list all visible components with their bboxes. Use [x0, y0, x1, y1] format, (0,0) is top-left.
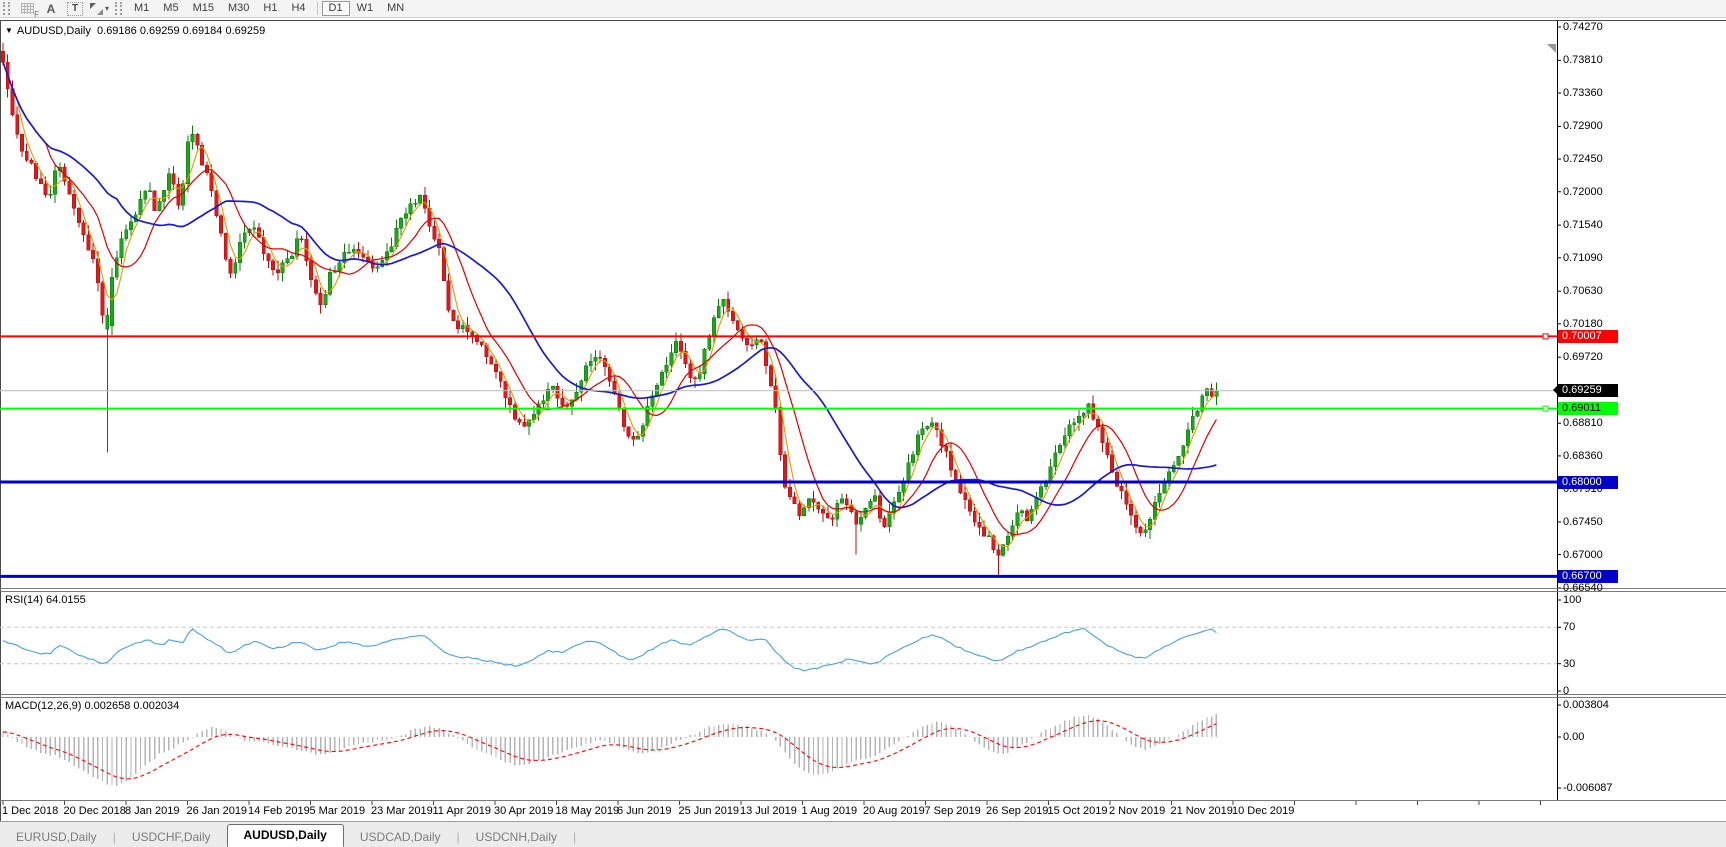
price-axis-tick: 0.67450: [1563, 515, 1603, 528]
timeframe-toolbar: M1 M5 M15 M30 H1 H4 D1 W1 MN: [127, 0, 411, 17]
scroll-to-end-marker[interactable]: [1547, 44, 1556, 53]
timeframe-button-h4[interactable]: H4: [284, 1, 312, 16]
tab-eurusd-daily[interactable]: EURUSD,Daily: [0, 828, 113, 847]
top-toolbar: F A T ▾ M1 M5 M15 M30 H1 H4 D1 W1 MN: [0, 0, 1726, 19]
date-axis-label: 20 Aug 2019: [863, 805, 925, 817]
timeframe-button-h1[interactable]: H1: [256, 1, 284, 16]
timeframe-button-mn[interactable]: MN: [380, 1, 411, 16]
date-axis-label: 11 Apr 2019: [432, 805, 492, 817]
timeframe-button-m5[interactable]: M5: [156, 1, 185, 16]
date-axis-label: 1 Dec 2018: [2, 805, 59, 817]
tab-audusd-daily[interactable]: AUDUSD,Daily: [226, 824, 344, 847]
date-axis-label: 13 Jul 2019: [740, 805, 797, 817]
timeframe-button-d1[interactable]: D1: [321, 1, 350, 16]
date-axis-label: 1 Aug 2019: [801, 805, 858, 817]
date-axis-label: 6 Jun 2019: [617, 805, 672, 817]
timeframe-button-m15[interactable]: M15: [186, 1, 221, 16]
date-axis-label: 7 Sep 2019: [924, 805, 981, 817]
timeframe-button-w1[interactable]: W1: [350, 1, 381, 16]
text-box-glyph: T: [67, 1, 83, 16]
chart-windows-icon[interactable]: F: [18, 1, 39, 19]
price-level-flag-0.66700: 0.66700: [1558, 569, 1618, 583]
price-axis-tick: 0.68810: [1563, 417, 1603, 430]
price-level-flag-0.70007: 0.70007: [1558, 329, 1618, 343]
chart-symbol: AUDUSD,Daily: [16, 25, 91, 37]
date-axis-label: 10 Dec 2019: [1232, 805, 1295, 817]
date-axis-divider: [0, 800, 1726, 801]
cursor-tools-icon[interactable]: ▾: [90, 1, 109, 16]
price-level-flag-0.69011: 0.69011: [1558, 402, 1618, 416]
chart-tab-bar: EURUSD,Daily | USDCHF,Daily AUDUSD,Daily USD…: [0, 821, 1726, 847]
timeframe-button-m1[interactable]: M1: [127, 1, 156, 16]
date-axis-label: 14 Feb 2019: [248, 805, 310, 817]
toolbar-separator: [316, 2, 318, 15]
toolbar-drag-handle[interactable]: [3, 2, 10, 15]
pane-divider[interactable]: [0, 694, 1726, 695]
current-price-flag: 0.69259: [1553, 384, 1618, 398]
price-axis-tick: 0.73810: [1563, 54, 1603, 67]
pane-divider[interactable]: [0, 591, 1726, 592]
arrows-glyph: [90, 2, 103, 15]
price-axis-tick: 0.71090: [1563, 251, 1603, 264]
toolbar-drag-handle[interactable]: [115, 2, 123, 15]
rsi-axis-tick: 100: [1563, 594, 1582, 606]
price-axis-tick: 0.66540: [1563, 581, 1603, 594]
price-axis-tick: 0.70630: [1563, 285, 1603, 298]
rsi-axis-tick: 30: [1563, 657, 1576, 670]
price-axis-tick: 0.67000: [1563, 548, 1603, 561]
date-axis-label: 23 Mar 2019: [371, 805, 433, 817]
date-axis-label: 26 Sep 2019: [986, 805, 1049, 817]
tab-usdcad-daily[interactable]: USDCAD,Daily: [344, 828, 457, 847]
date-axis-label: 2 Nov 2019: [1109, 805, 1166, 817]
price-axis-tick: 0.74270: [1563, 21, 1603, 33]
date-axis-label: 25 Jun 2019: [678, 805, 740, 817]
collapse-triangle-icon[interactable]: ▼: [5, 26, 13, 35]
date-axis-label: 21 Nov 2019: [1170, 805, 1233, 817]
pane-divider[interactable]: [0, 697, 1726, 698]
grid-f-label: F: [34, 10, 39, 19]
price-axis-tick: 0.69720: [1563, 351, 1603, 364]
rsi-axis-tick: 0: [1563, 685, 1570, 697]
tab-usdchf-daily[interactable]: USDCHF,Daily: [116, 828, 227, 847]
chevron-down-icon: ▾: [105, 4, 110, 13]
date-axis-label: 18 May 2019: [555, 805, 620, 817]
date-axis-label: 15 Oct 2019: [1047, 805, 1108, 817]
price-axis-tick: 0.72000: [1563, 185, 1603, 198]
price-axis-tick: 0.72900: [1563, 120, 1603, 133]
date-axis-label: 30 Apr 2019: [494, 805, 554, 817]
pane-divider[interactable]: [0, 588, 1726, 589]
macd-axis-tick: 0.00: [1563, 731, 1585, 743]
price-axis-tick: 0.71540: [1563, 219, 1603, 232]
tab-usdcnh-daily[interactable]: USDCNH,Daily: [460, 828, 573, 847]
chart-window: [0, 20, 1726, 821]
date-axis-label: 20 Dec 2018: [63, 805, 126, 817]
rsi-pane-label: RSI(14) 64.0155: [5, 594, 86, 606]
date-axis-label: 26 Jan 2019: [186, 805, 248, 817]
price-flag-arrow: [1553, 385, 1558, 396]
price-axis-tick: 0.68360: [1563, 449, 1603, 462]
date-axis-label: 5 Mar 2019: [309, 805, 366, 817]
timeframe-button-m30[interactable]: M30: [221, 1, 256, 16]
grid-glyph: [20, 3, 34, 14]
chart-ohlc-values: 0.69186 0.69259 0.69184 0.69259: [97, 25, 266, 37]
text-label-icon[interactable]: A: [42, 1, 60, 16]
macd-axis-tick: -0.006087: [1563, 782, 1613, 795]
price-axis-tick: 0.72450: [1563, 153, 1603, 166]
macd-axis-tick: 0.003804: [1563, 699, 1609, 712]
price-axis-tick: 0.73360: [1563, 87, 1603, 100]
text-box-icon[interactable]: T: [66, 1, 84, 16]
date-axis-label: 8 Jan 2019: [125, 805, 180, 817]
macd-pane-label: MACD(12,26,9) 0.002658 0.002034: [5, 700, 180, 712]
rsi-axis-tick: 70: [1563, 621, 1576, 634]
tab-separator: |: [573, 830, 577, 844]
price-level-flag-0.68000: 0.68000: [1558, 475, 1618, 489]
chart-title: ▼ AUDUSD,Daily 0.69186 0.69259 0.69184 0.…: [5, 25, 265, 37]
price-axis-tick: 0.70180: [1563, 317, 1603, 330]
